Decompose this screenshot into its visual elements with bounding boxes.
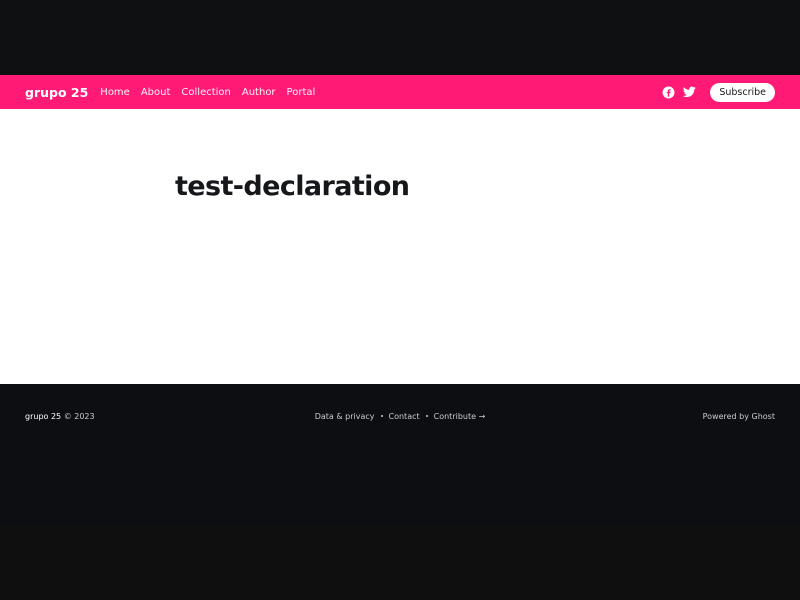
footer-link-contribute[interactable]: Contribute →	[434, 412, 486, 421]
twitter-icon[interactable]	[682, 85, 696, 99]
site-navbar: grupo 25 Home About Collection Author Po…	[0, 75, 800, 109]
site-brand-link[interactable]: grupo 25	[25, 85, 88, 100]
facebook-icon[interactable]	[661, 85, 675, 99]
nav-item-collection[interactable]: Collection	[181, 87, 230, 98]
nav-item-portal[interactable]: Portal	[287, 87, 316, 98]
nav-item-about[interactable]: About	[141, 87, 171, 98]
top-backdrop	[0, 0, 800, 75]
powered-by-link[interactable]: Powered by Ghost	[703, 412, 775, 421]
nav-item-author[interactable]: Author	[242, 87, 276, 98]
subscribe-button[interactable]: Subscribe	[710, 82, 775, 102]
nav-menu: Home About Collection Author Portal	[100, 87, 326, 98]
nav-item-home[interactable]: Home	[100, 87, 130, 98]
main-content: test-declaration	[0, 109, 800, 384]
footer-links: Data & privacy Contact Contribute →	[0, 412, 800, 421]
page-title: test-declaration	[175, 171, 410, 202]
footer-separator	[380, 414, 383, 417]
footer-separator	[425, 414, 428, 417]
site-footer: grupo 25 © 2023 Data & privacy Contact C…	[0, 384, 800, 525]
nav-actions: Subscribe	[661, 82, 775, 102]
footer-link-data-privacy[interactable]: Data & privacy	[315, 412, 375, 421]
bottom-backdrop	[0, 525, 800, 600]
footer-link-contact[interactable]: Contact	[389, 412, 420, 421]
